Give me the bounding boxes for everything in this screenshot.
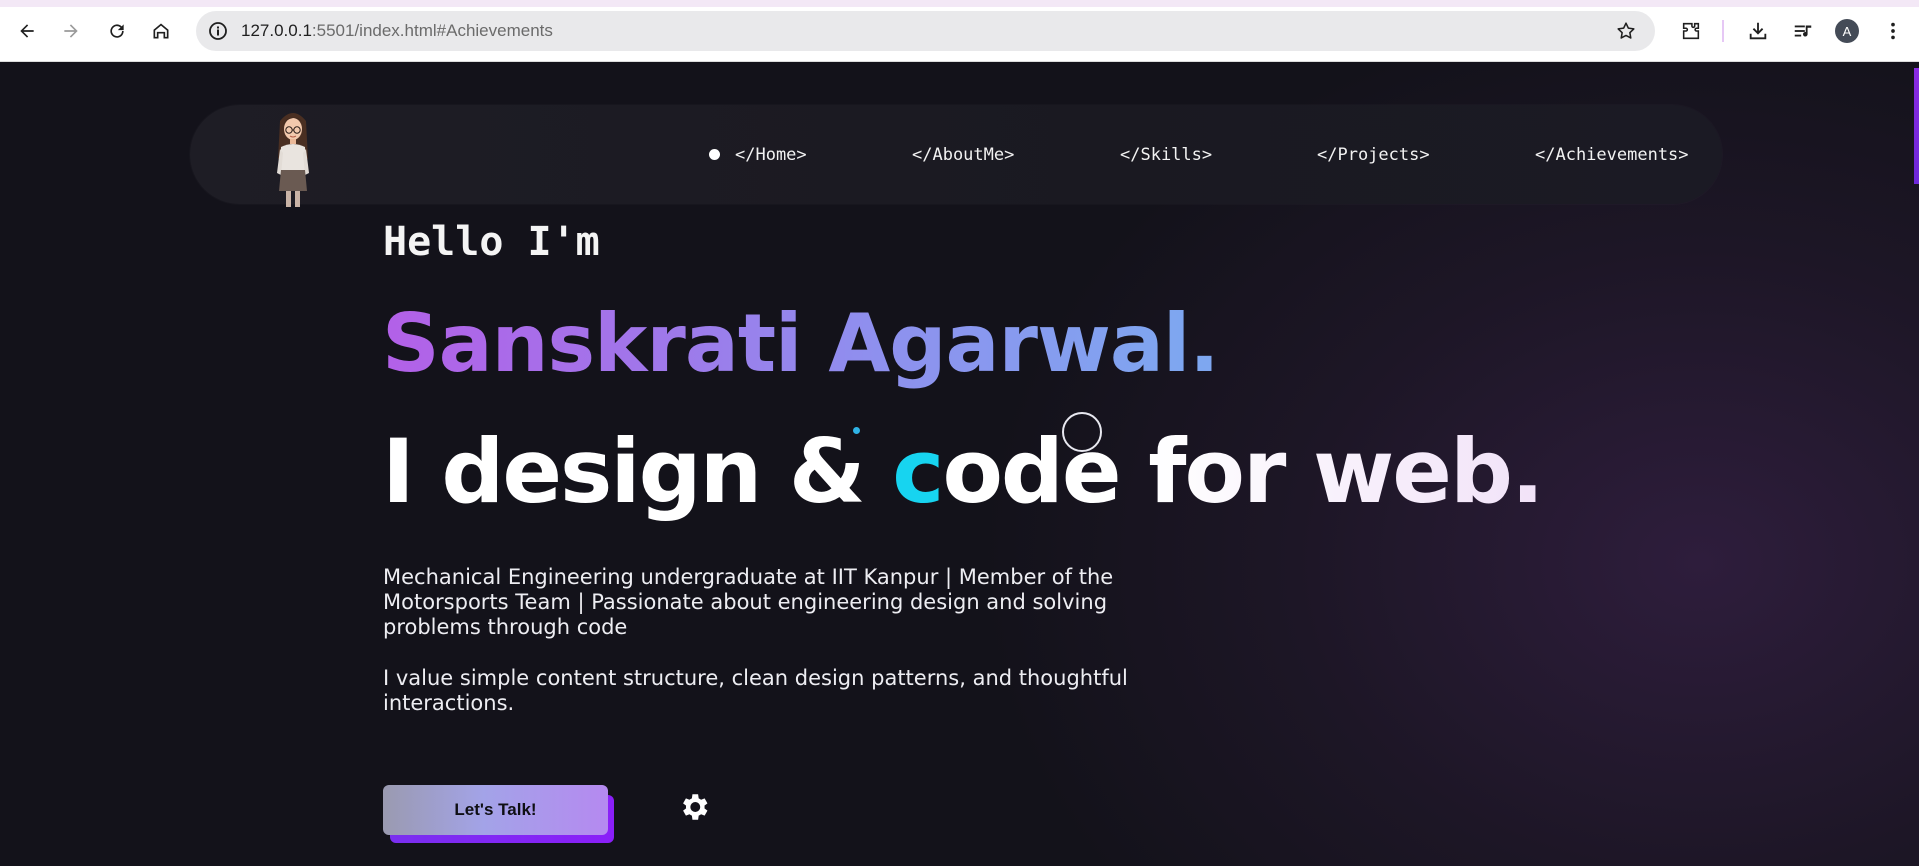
address-bar[interactable]: 127.0.0.1:5501/index.html#Achievements xyxy=(196,11,1655,51)
tagline-part-3: for web. xyxy=(1148,420,1544,523)
home-icon[interactable] xyxy=(149,19,173,43)
menu-kebab-icon[interactable] xyxy=(1881,19,1905,43)
reload-icon[interactable] xyxy=(105,19,129,43)
site-info-icon[interactable] xyxy=(208,21,228,41)
logo-avatar[interactable] xyxy=(268,107,318,207)
lets-talk-button[interactable]: Let's Talk! xyxy=(383,785,608,835)
hero-tagline: I design & code for web. xyxy=(382,428,1544,516)
tab-strip-edge xyxy=(0,0,1919,7)
cta-wrapper: Let's Talk! xyxy=(383,785,615,845)
download-icon[interactable] xyxy=(1746,19,1770,43)
url-text: 127.0.0.1:5501/index.html#Achievements xyxy=(241,21,553,41)
tagline-part-2: ode xyxy=(942,420,1149,523)
hero-name: Sanskrati Agarwal. xyxy=(382,304,1220,384)
hero-greeting: Hello I'm xyxy=(383,219,600,265)
url-path: :5501/index.html#Achievements xyxy=(311,21,553,40)
media-control-icon[interactable] xyxy=(1791,19,1815,43)
active-nav-indicator xyxy=(709,149,720,160)
cursor-dot xyxy=(853,427,860,434)
hero-bio-1: Mechanical Engineering undergraduate at … xyxy=(383,565,1114,639)
hero-name-text: Sanskrati Agarwal xyxy=(382,297,1190,390)
browser-toolbar: 127.0.0.1:5501/index.html#Achievements A xyxy=(0,0,1919,62)
profile-avatar[interactable]: A xyxy=(1835,19,1859,43)
portfolio-page: </Home> </AboutMe> </Skills> </Projects>… xyxy=(0,62,1919,866)
nav-link-projects[interactable]: </Projects> xyxy=(1317,145,1430,165)
url-host: 127.0.0.1 xyxy=(241,21,312,40)
cursor-ring xyxy=(1062,412,1102,452)
hero-name-dot: . xyxy=(1189,297,1219,390)
settings-gear-icon[interactable] xyxy=(677,790,711,824)
nav-link-skills[interactable]: </Skills> xyxy=(1120,145,1212,165)
nav-link-achievements[interactable]: </Achievements> xyxy=(1535,145,1689,165)
tagline-highlight-letter: c xyxy=(892,420,944,523)
toolbar-divider xyxy=(1722,20,1724,42)
scroll-progress-indicator xyxy=(1914,68,1919,184)
hero-bio-2: I value simple content structure, clean … xyxy=(383,666,1128,715)
nav-link-home[interactable]: </Home> xyxy=(735,145,807,165)
extensions-icon[interactable] xyxy=(1679,19,1703,43)
forward-icon[interactable] xyxy=(59,19,83,43)
bookmark-star-icon[interactable] xyxy=(1615,20,1637,42)
tagline-part-1: I design & xyxy=(382,420,893,523)
nav-link-aboutme[interactable]: </AboutMe> xyxy=(912,145,1014,165)
back-icon[interactable] xyxy=(15,19,39,43)
